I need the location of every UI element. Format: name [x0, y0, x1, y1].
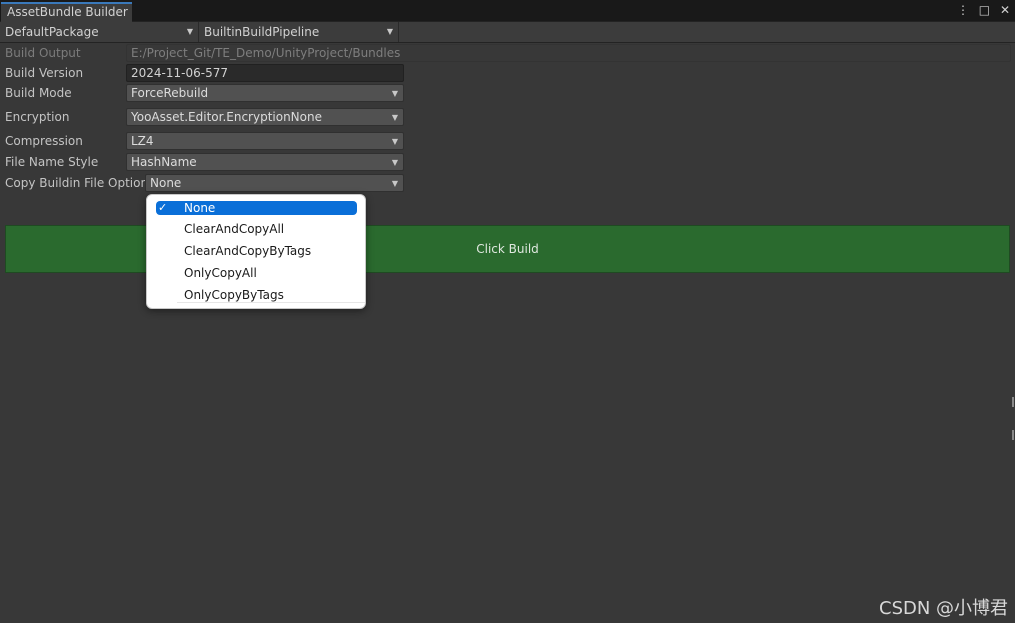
copy-buildin-row: Copy Buildin File Option None ▼ — [0, 174, 1015, 194]
toolbar: DefaultPackage ▼ BuiltinBuildPipeline ▼ — [0, 22, 1015, 43]
compression-dropdown[interactable]: LZ4 ▼ — [126, 132, 404, 150]
menu-option-label: ClearAndCopyByTags — [184, 244, 312, 258]
kebab-menu-icon[interactable]: ⋮ — [957, 3, 969, 17]
maximize-icon[interactable]: □ — [979, 3, 990, 17]
file-name-style-row: File Name Style HashName ▼ — [0, 153, 1015, 173]
copy-buildin-dropdown[interactable]: None ▼ — [145, 174, 404, 192]
build-mode-dropdown[interactable]: ForceRebuild ▼ — [126, 84, 404, 102]
menu-option-clear-and-copy-by-tags[interactable]: ClearAndCopyByTags — [156, 244, 357, 258]
build-output-field: E:/Project_Git/TE_Demo/UnityProject/Bund… — [126, 44, 1011, 62]
menu-option-only-copy-by-tags[interactable]: OnlyCopyByTags — [156, 288, 357, 302]
resize-handle[interactable] — [1012, 397, 1014, 407]
menu-option-none[interactable]: ✓ None — [156, 201, 357, 215]
checkmark-icon: ✓ — [158, 201, 168, 214]
build-output-label: Build Output — [5, 46, 81, 60]
build-output-value: E:/Project_Git/TE_Demo/UnityProject/Bund… — [131, 46, 401, 60]
window-tab-title: AssetBundle Builder — [7, 5, 128, 19]
encryption-value: YooAsset.Editor.EncryptionNone — [131, 110, 322, 124]
file-name-style-dropdown[interactable]: HashName ▼ — [126, 153, 404, 171]
build-version-label: Build Version — [5, 66, 84, 80]
package-dropdown[interactable]: DefaultPackage ▼ — [0, 22, 199, 42]
watermark: CSDN @小博君 — [879, 598, 1009, 619]
menu-option-label: OnlyCopyByTags — [184, 288, 284, 302]
chevron-down-icon: ▼ — [391, 158, 398, 167]
copy-buildin-value: None — [150, 176, 182, 190]
window-tab[interactable]: AssetBundle Builder — [1, 2, 132, 22]
chevron-down-icon: ▼ — [386, 27, 393, 36]
chevron-down-icon: ▼ — [391, 137, 398, 146]
encryption-row: Encryption YooAsset.Editor.EncryptionNon… — [0, 108, 1015, 128]
package-dropdown-label: DefaultPackage — [5, 25, 99, 39]
build-version-row: Build Version 2024-11-06-577 — [0, 64, 1015, 84]
click-build-label: Click Build — [476, 242, 539, 256]
menu-option-label: ClearAndCopyAll — [184, 222, 285, 236]
pipeline-dropdown-label: BuiltinBuildPipeline — [204, 25, 320, 39]
build-mode-value: ForceRebuild — [131, 86, 209, 100]
menu-option-clear-and-copy-all[interactable]: ClearAndCopyAll — [156, 222, 357, 236]
resize-handle[interactable] — [1012, 430, 1014, 440]
copy-buildin-option-menu: ✓ None ClearAndCopyAll ClearAndCopyByTag… — [146, 194, 366, 309]
file-name-style-label: File Name Style — [5, 155, 99, 169]
chevron-down-icon: ▼ — [391, 89, 398, 98]
menu-option-label: OnlyCopyAll — [184, 266, 257, 280]
compression-label: Compression — [5, 134, 83, 148]
file-name-style-value: HashName — [131, 155, 197, 169]
build-output-row: Build Output E:/Project_Git/TE_Demo/Unit… — [0, 44, 1015, 64]
encryption-dropdown[interactable]: YooAsset.Editor.EncryptionNone ▼ — [126, 108, 404, 126]
chevron-down-icon: ▼ — [391, 113, 398, 122]
close-icon[interactable]: ✕ — [1000, 3, 1010, 17]
menu-bottom-divider — [177, 302, 365, 303]
menu-option-only-copy-all[interactable]: OnlyCopyAll — [156, 266, 357, 280]
window-controls: ⋮ □ ✕ — [951, 3, 1010, 17]
build-version-input[interactable]: 2024-11-06-577 — [126, 64, 404, 82]
pipeline-dropdown[interactable]: BuiltinBuildPipeline ▼ — [199, 22, 399, 42]
chevron-down-icon: ▼ — [391, 179, 398, 188]
build-version-value: 2024-11-06-577 — [131, 66, 228, 80]
build-mode-label: Build Mode — [5, 86, 72, 100]
menu-option-label: None — [184, 201, 216, 215]
encryption-label: Encryption — [5, 110, 70, 124]
chevron-down-icon: ▼ — [186, 27, 193, 36]
compression-row: Compression LZ4 ▼ — [0, 132, 1015, 152]
build-mode-row: Build Mode ForceRebuild ▼ — [0, 84, 1015, 104]
copy-buildin-label: Copy Buildin File Option — [5, 176, 149, 190]
window-titlebar: AssetBundle Builder ⋮ □ ✕ — [0, 0, 1015, 22]
compression-value: LZ4 — [131, 134, 154, 148]
